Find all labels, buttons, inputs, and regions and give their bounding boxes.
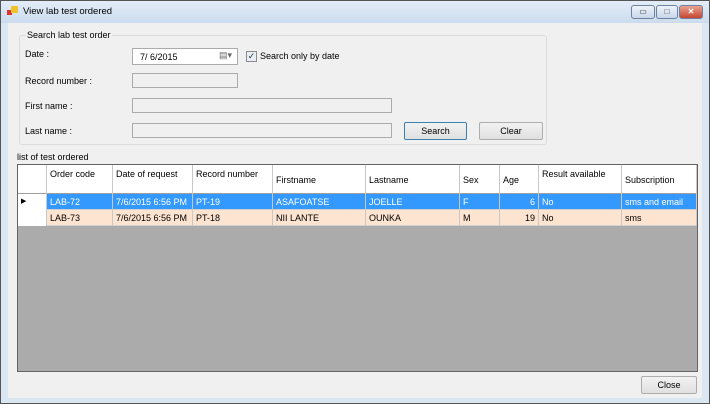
- date-label: Date :: [25, 49, 50, 59]
- table-cell[interactable]: OUNKA: [366, 210, 460, 226]
- table-cell[interactable]: LAB-72: [47, 194, 113, 210]
- app-icon: [7, 6, 18, 15]
- list-title: list of test ordered: [17, 152, 89, 162]
- row-header[interactable]: [18, 210, 47, 226]
- table-cell[interactable]: sms and email: [622, 194, 697, 210]
- column-header[interactable]: Order code: [47, 165, 113, 194]
- minimize-button[interactable]: ▭: [631, 5, 655, 19]
- table-cell[interactable]: 6: [500, 194, 539, 210]
- record-number-label: Record number :: [25, 76, 93, 86]
- search-button[interactable]: Search: [404, 122, 467, 140]
- row-header-corner: [18, 165, 47, 194]
- date-value: 7/ 6/2015: [140, 52, 178, 62]
- table-cell[interactable]: F: [460, 194, 500, 210]
- search-only-by-date-checkbox[interactable]: ✓: [246, 51, 257, 62]
- last-name-input[interactable]: [132, 123, 392, 138]
- column-header[interactable]: Subscription: [622, 165, 697, 194]
- column-header[interactable]: Date of request: [113, 165, 193, 194]
- close-window-button[interactable]: ✕: [679, 5, 703, 19]
- table-cell[interactable]: ASAFOATSE: [273, 194, 366, 210]
- last-name-label: Last name :: [25, 126, 73, 136]
- current-row-indicator-icon[interactable]: ▶: [18, 194, 47, 210]
- main-window: View lab test ordered ▭ □ ✕ Search lab t…: [0, 0, 710, 404]
- first-name-label: First name :: [25, 101, 73, 111]
- date-picker[interactable]: 7/ 6/2015 ▤▾: [132, 48, 238, 65]
- table-cell[interactable]: JOELLE: [366, 194, 460, 210]
- record-number-input[interactable]: [132, 73, 238, 88]
- column-header[interactable]: Result available: [539, 165, 622, 194]
- search-group-title: Search lab test order: [26, 30, 112, 40]
- search-group: Search lab test order Date : 7/ 6/2015 ▤…: [19, 30, 547, 145]
- table-cell[interactable]: PT-19: [193, 194, 273, 210]
- window-title: View lab test ordered: [23, 6, 113, 17]
- table-cell[interactable]: 7/6/2015 6:56 PM: [113, 194, 193, 210]
- table-row[interactable]: LAB-73 7/6/2015 6:56 PM PT-18 NII LANTE OUNK…: [18, 210, 697, 226]
- close-button[interactable]: Close: [641, 376, 697, 394]
- title-bar: View lab test ordered ▭ □ ✕: [1, 1, 709, 23]
- column-header[interactable]: Age: [500, 165, 539, 194]
- client-area: Search lab test order Date : 7/ 6/2015 ▤…: [8, 23, 702, 398]
- table-row[interactable]: ▶ LAB-72 7/6/2015 6:56 PM PT-19 ASAFOATSE JOE…: [18, 194, 697, 210]
- table-cell[interactable]: M: [460, 210, 500, 226]
- column-header[interactable]: Firstname: [273, 165, 366, 194]
- column-header[interactable]: Lastname: [366, 165, 460, 194]
- orders-grid[interactable]: Order code Date of request Record number Fi…: [17, 164, 698, 372]
- table-cell[interactable]: No: [539, 210, 622, 226]
- table-cell[interactable]: 19: [500, 210, 539, 226]
- table-cell[interactable]: LAB-73: [47, 210, 113, 226]
- table-cell[interactable]: NII LANTE: [273, 210, 366, 226]
- search-only-by-date-label: Search only by date: [260, 51, 340, 61]
- table-cell[interactable]: sms: [622, 210, 697, 226]
- grid-header: Order code Date of request Record number Fi…: [18, 165, 697, 194]
- column-header[interactable]: Record number: [193, 165, 273, 194]
- table-cell[interactable]: 7/6/2015 6:56 PM: [113, 210, 193, 226]
- calendar-dropdown-icon[interactable]: ▤▾: [219, 50, 232, 61]
- maximize-button[interactable]: □: [656, 5, 678, 19]
- first-name-input[interactable]: [132, 98, 392, 113]
- table-cell[interactable]: PT-18: [193, 210, 273, 226]
- clear-button[interactable]: Clear: [479, 122, 543, 140]
- table-cell[interactable]: No: [539, 194, 622, 210]
- column-header[interactable]: Sex: [460, 165, 500, 194]
